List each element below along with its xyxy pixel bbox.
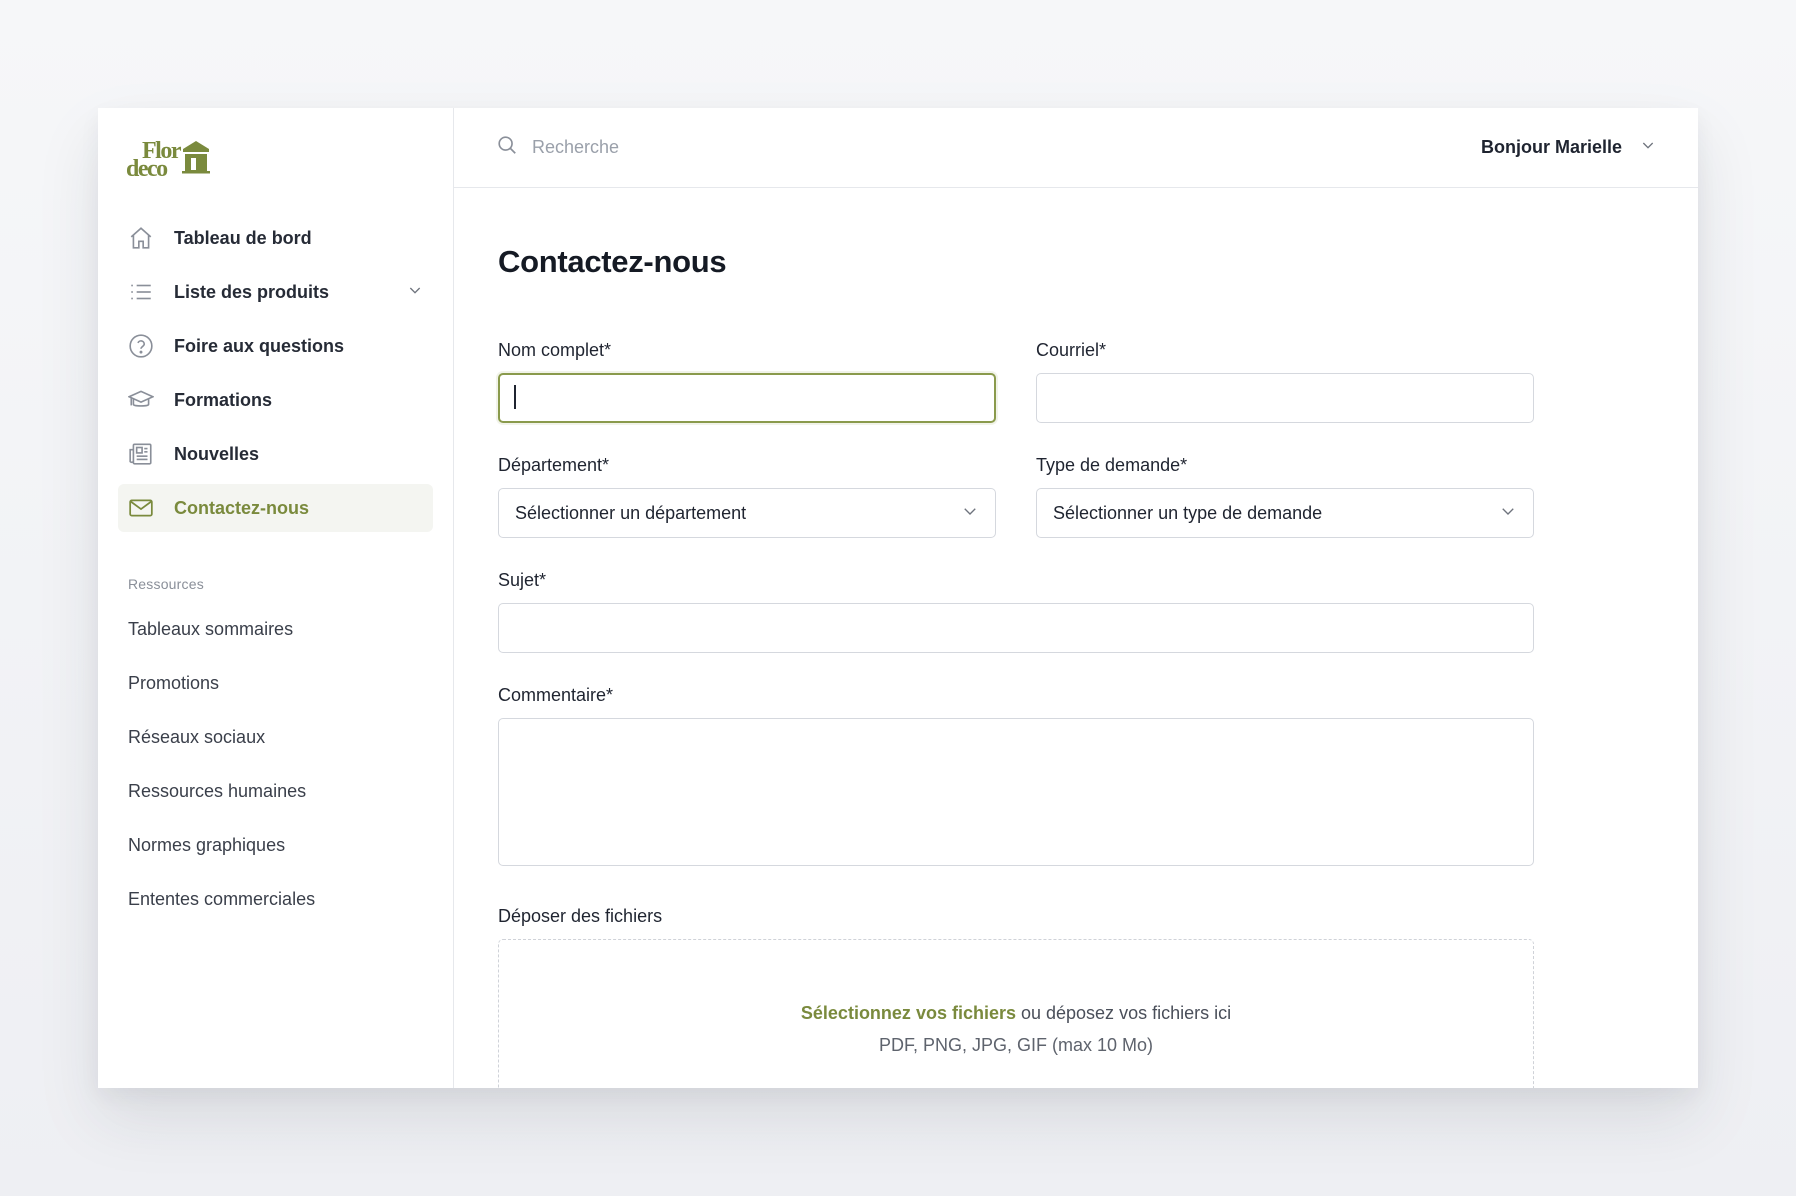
comment-field: Commentaire* xyxy=(498,685,1534,866)
request-type-field: Type de demande* Sélectionner un type de… xyxy=(1036,455,1534,538)
list-icon xyxy=(128,279,154,305)
nav-item-tableau-de-bord[interactable]: Tableau de bord xyxy=(118,214,433,262)
chevron-down-icon xyxy=(1499,502,1517,525)
app-window: Flor deco Tableau de bord Liste des prod… xyxy=(98,108,1698,1088)
help-circle-icon xyxy=(128,333,154,359)
graduation-cap-icon xyxy=(128,387,154,413)
form-row: Commentaire* xyxy=(498,685,1534,866)
form-row: Nom complet* Courriel* xyxy=(498,340,1534,423)
search-icon xyxy=(496,134,518,161)
department-label: Département* xyxy=(498,455,610,475)
logo-text: Flor deco xyxy=(126,139,181,182)
topbar: Bonjour Marielle xyxy=(454,108,1698,188)
full-name-input[interactable] xyxy=(498,373,996,423)
search-bar xyxy=(496,134,1481,161)
email-label: Courriel* xyxy=(1036,340,1107,360)
chevron-down-icon xyxy=(961,502,979,525)
dropzone-text: Sélectionnez vos fichiers ou déposez vos… xyxy=(801,997,1231,1029)
nav-item-liste-des-produits[interactable]: Liste des produits xyxy=(118,268,433,316)
file-upload-field: Déposer des fichiers Sélectionnez vos fi… xyxy=(498,906,1534,1088)
mail-icon xyxy=(128,495,154,521)
user-greeting: Bonjour Marielle xyxy=(1480,137,1622,157)
nav-item-formations[interactable]: Formations xyxy=(118,376,433,424)
department-select[interactable]: Sélectionner un département xyxy=(498,488,996,538)
nav-label: Liste des produits xyxy=(174,281,330,302)
file-upload-label: Déposer des fichiers xyxy=(498,906,663,926)
resource-link-reseaux-sociaux[interactable]: Réseaux sociaux xyxy=(128,722,433,776)
nav-label: Foire aux questions xyxy=(174,335,345,356)
department-selected-value: Sélectionner un département xyxy=(515,502,747,523)
file-dropzone[interactable]: Sélectionnez vos fichiers ou déposez vos… xyxy=(498,939,1534,1088)
nav-label: Nouvelles xyxy=(174,443,260,464)
select-files-link[interactable]: Sélectionnez vos fichiers xyxy=(801,1003,1016,1023)
user-menu[interactable]: Bonjour Marielle xyxy=(1481,137,1656,158)
search-input[interactable] xyxy=(532,137,832,158)
nav-label: Contactez-nous xyxy=(174,497,309,518)
page-title: Contactez-nous xyxy=(498,244,727,279)
contact-form-content: Contactez-nous Nom complet* Courriel* Dé… xyxy=(454,188,1534,1088)
resource-link-promotions[interactable]: Promotions xyxy=(128,668,433,722)
nav-item-contactez-nous[interactable]: Contactez-nous xyxy=(118,484,433,532)
newspaper-icon xyxy=(128,441,154,467)
form-row: Département* Sélectionner un département… xyxy=(498,455,1534,538)
dropzone-instruction: ou déposez vos fichiers ici xyxy=(1015,1003,1232,1023)
resource-link-tableaux-sommaires[interactable]: Tableaux sommaires xyxy=(128,614,433,668)
comment-label: Commentaire* xyxy=(498,685,614,705)
subject-label: Sujet* xyxy=(498,570,547,590)
request-type-select[interactable]: Sélectionner un type de demande xyxy=(1036,488,1534,538)
main-nav: Tableau de bord Liste des produits Foire… xyxy=(118,214,433,532)
email-field: Courriel* xyxy=(1036,340,1534,423)
request-type-selected-value: Sélectionner un type de demande xyxy=(1053,502,1323,523)
nav-label: Tableau de bord xyxy=(174,227,312,248)
resource-link-normes-graphiques[interactable]: Normes graphiques xyxy=(128,830,433,884)
resource-link-ententes-commerciales[interactable]: Ententes commerciales xyxy=(128,884,433,938)
text-caret xyxy=(514,385,516,409)
nav-item-foire-aux-questions[interactable]: Foire aux questions xyxy=(118,322,433,370)
dropzone-file-hint: PDF, PNG, JPG, GIF (max 10 Mo) xyxy=(878,1035,1154,1055)
main-area: Bonjour Marielle Contactez-nous Nom comp… xyxy=(454,108,1698,1088)
sidebar: Flor deco Tableau de bord Liste des prod… xyxy=(98,108,454,1088)
full-name-label: Nom complet* xyxy=(498,340,612,360)
full-name-field: Nom complet* xyxy=(498,340,996,423)
chevron-down-icon xyxy=(1640,137,1656,158)
chevron-down-icon[interactable] xyxy=(407,282,423,303)
form-row: Sujet* xyxy=(498,570,1534,653)
logo-line-2: deco xyxy=(126,156,168,182)
brand-logo[interactable]: Flor deco xyxy=(126,136,433,182)
nav-label: Formations xyxy=(174,389,273,410)
resource-link-ressources-humaines[interactable]: Ressources humaines xyxy=(128,776,433,830)
subject-field: Sujet* xyxy=(498,570,1534,653)
request-type-label: Type de demande* xyxy=(1036,455,1188,475)
full-name-wrapper xyxy=(498,373,996,423)
resources-section-title: Ressources xyxy=(128,576,204,592)
subject-input[interactable] xyxy=(498,603,1534,653)
email-input[interactable] xyxy=(1036,373,1534,423)
house-logo-icon xyxy=(181,141,210,174)
home-icon xyxy=(128,225,154,251)
comment-textarea[interactable] xyxy=(498,718,1534,866)
department-field: Département* Sélectionner un département xyxy=(498,455,996,538)
nav-item-nouvelles[interactable]: Nouvelles xyxy=(118,430,433,478)
